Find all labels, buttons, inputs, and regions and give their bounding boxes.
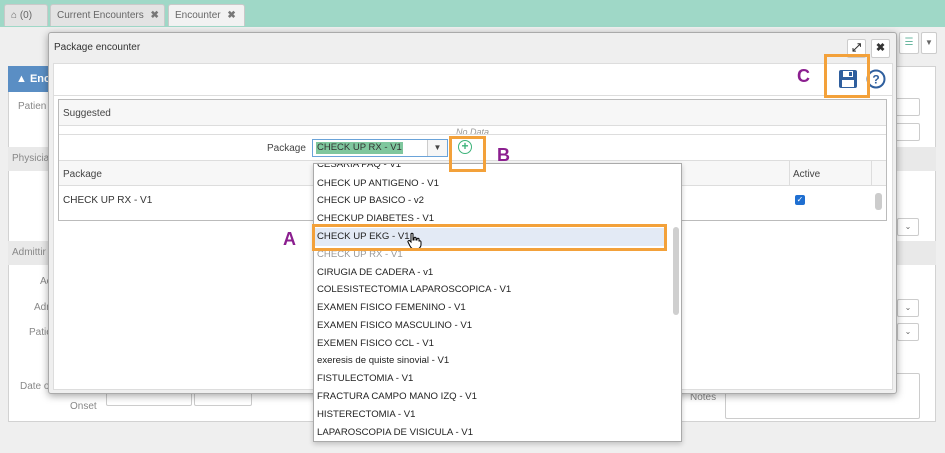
list-item[interactable]: CESARIA PAQ - V1 [317, 164, 401, 174]
list-item[interactable]: exeresis de quiste sinovial - V1 [317, 352, 449, 370]
suggested-label: Suggested [63, 108, 111, 119]
chevron-down-icon[interactable]: ⌄ [897, 323, 919, 341]
grid-scrollbar[interactable] [875, 193, 882, 210]
tab-home[interactable]: ⌂ (0) [4, 4, 48, 26]
list-item[interactable]: FISTULECTOMIA - V1 [317, 370, 413, 388]
highlight-box-c [824, 54, 870, 98]
list-item[interactable]: CIRUGIA DE CADERA - v1 [317, 264, 433, 282]
modal-title: Package encounter [54, 42, 141, 53]
tab-label: Current Encounters [57, 10, 144, 21]
package-select[interactable]: CHECK UP RX - V1 ▼ [312, 139, 448, 157]
package-label: Package [267, 143, 306, 154]
close-icon[interactable]: ✖ [871, 39, 890, 58]
onset-select[interactable] [194, 392, 252, 406]
list-item[interactable]: EXAMEN FISICO MASCULINO - V1 [317, 317, 472, 335]
close-icon[interactable]: ✖ [227, 10, 235, 21]
bg-label: Admittir [12, 247, 46, 258]
tab-bar: ⌂ (0) Current Encounters ✖ Encounter ✖ [0, 0, 945, 27]
list-item[interactable]: EXEMEN FISICO CCL - V1 [317, 335, 434, 353]
list-item[interactable]: EXAMEN FISICO FEMENINO - V1 [317, 299, 466, 317]
list-item[interactable]: LAPAROSCOPIA DE VISICULA - V1 [317, 424, 473, 441]
highlight-box-b [449, 136, 486, 172]
bg-label: Date o [20, 381, 50, 392]
dropdown-scrollbar[interactable] [673, 227, 679, 315]
chevron-down-icon[interactable]: ▼ [921, 32, 937, 54]
tab-label: Encounter [175, 10, 221, 21]
package-dropdown-list: CESARIA PAQ - V1 CHECK UP ANTIGENO - V1 … [313, 163, 682, 442]
list-item[interactable]: CHECK UP ANTIGENO - V1 [317, 175, 439, 193]
annotation-a: A [283, 229, 296, 249]
bg-input[interactable] [894, 98, 920, 116]
active-checkbox[interactable]: ✓ [795, 195, 805, 205]
tab-encounter[interactable]: Encounter ✖ [168, 4, 245, 26]
onset-date-input[interactable] [106, 392, 192, 406]
list-item[interactable]: COLESISTECTOMIA LAPAROSCOPICA - V1 [317, 281, 511, 299]
list-item[interactable]: CHECK UP BASICO - v2 [317, 192, 424, 210]
package-select-value: CHECK UP RX - V1 [316, 142, 403, 154]
list-view-icon[interactable]: ☰ [899, 32, 919, 54]
svg-text:?: ? [872, 73, 879, 87]
chevron-down-icon[interactable]: ⌄ [897, 299, 919, 317]
annotation-b: B [497, 145, 510, 165]
suggested-header: Suggested [59, 100, 886, 126]
column-divider [871, 161, 872, 186]
bg-label: Patien [18, 101, 47, 112]
column-header-package[interactable]: Package [63, 169, 102, 180]
tab-home-label: (0) [19, 10, 33, 21]
annotation-c: C [797, 66, 810, 86]
package-cell: CHECK UP RX - V1 [63, 195, 153, 206]
dropdown-arrow-icon[interactable]: ▼ [427, 140, 447, 156]
home-icon: ⌂ [11, 10, 18, 21]
close-icon[interactable]: ✖ [151, 10, 159, 21]
bg-label: Onset [70, 401, 97, 412]
tab-current-encounters[interactable]: Current Encounters ✖ [50, 4, 165, 26]
list-item[interactable]: HISTERECTOMIA - V1 [317, 406, 415, 424]
list-item[interactable]: FRACTURA CAMPO MANO IZQ - V1 [317, 388, 477, 406]
chevron-down-icon[interactable]: ⌄ [897, 218, 919, 236]
highlight-box-a [312, 224, 667, 251]
column-header-active[interactable]: Active [793, 169, 820, 180]
bg-input[interactable] [894, 123, 920, 141]
modal-toolbar: ? [54, 64, 892, 96]
column-divider [789, 161, 790, 186]
bg-label: Physicia [12, 153, 50, 164]
